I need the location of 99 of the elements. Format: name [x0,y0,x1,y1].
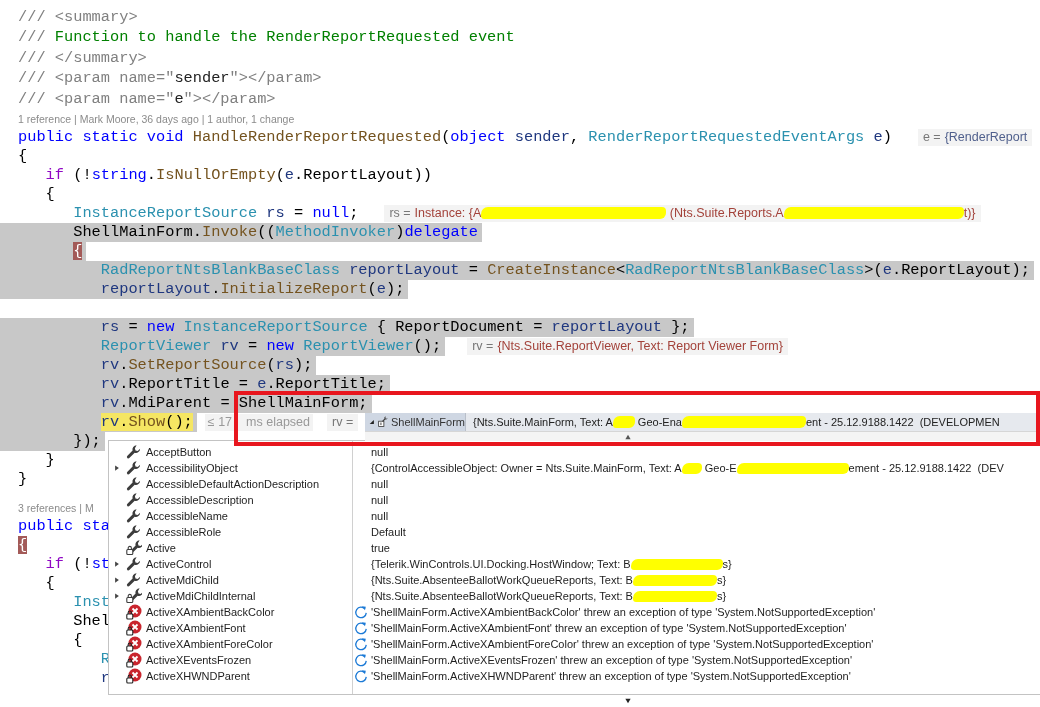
property-value: 'ShellMainForm.ActiveXHWNDParent' threw an exception of type 'System.NotSupportedException' [371,670,851,682]
property-value: 'ShellMainForm.ActiveXAmbientForeColor' threw an exception of type 'System.NotSupportedException' [371,638,874,650]
wrench-icon [126,524,142,540]
property-value: ement - 25.12.9188.1422 (DEV [848,462,1004,474]
refresh-icon[interactable] [354,637,368,651]
property-value: null [371,478,389,490]
elapsed-time-text: ms elapsed [246,415,310,429]
hint-name: rs = [389,206,411,220]
property-value: 'ShellMainForm.ActiveXAmbientFont' threw an exception of type 'System.NotSupportedException' [371,622,847,634]
code-lens-info: 3 references | M [17,501,94,514]
error-lock-icon [126,636,142,652]
property-name[interactable]: ActiveXAmbientBackColor [146,606,275,618]
property-name[interactable]: AccessibilityObject [146,462,238,474]
property-name[interactable]: ActiveMdiChild [146,574,219,586]
property-name[interactable]: ActiveXAmbientForeColor [146,638,273,650]
property-name[interactable]: ActiveXAmbientFont [146,622,246,634]
property-name[interactable]: ActiveMdiChildInternal [146,590,256,602]
code-line: public static void HandleRenderReportRequested(object sender, RenderReportRequestedEventArgs e) [17,127,893,147]
property-value: {ControlAccessibleObject: Owner = Nts.Suite.MainForm, Text: A [371,462,682,474]
code-line: { [44,573,56,593]
code-line: if (!st [44,554,112,574]
wrench-lock-icon [126,588,142,604]
watch-value: ent - 25.12.9188.1422 (DEVELOPMEN [805,416,1000,428]
hint-value: t)} [963,206,976,220]
code-comment: /// </summary> [17,48,148,68]
expander-icon[interactable] [114,464,120,472]
property-name[interactable]: AccessibleDefaultActionDescription [146,478,320,490]
hint-value: (Nts.Suite.Reports.A [668,206,784,220]
property-value: true [371,542,390,554]
property-value: {Nts.Suite.AbsenteeBallotWorkQueueReports, Text: B [371,590,633,602]
redaction-mark [612,416,635,428]
hint-name: e = [922,130,941,144]
hint-name: rv = [332,415,354,429]
error-lock-icon [126,652,142,668]
expander-icon[interactable] [369,418,375,426]
property-value: s} [716,590,727,602]
error-lock-icon [126,668,142,684]
code-line: { [72,630,84,650]
code-comment: /// Function to handle the RenderReportRequested event [17,28,516,48]
code-line: public sta [17,516,111,536]
code-line: if (!string.IsNullOrEmpty(e.ReportLayout)) [44,165,433,185]
code-line: { [17,146,29,166]
property-name[interactable]: AccessibleRole [146,526,222,538]
wrench-icon [126,492,142,508]
property-name[interactable]: ActiveXEventsFrozen [146,654,252,666]
wrench-icon [126,556,142,572]
hint-value: {Nts.Suite.ReportViewer, Text: Report Viewer Form} [497,339,783,353]
scroll-down-icon[interactable] [623,698,633,704]
property-value: null [371,510,389,522]
expander-icon[interactable] [114,576,120,584]
property-value: 'ShellMainForm.ActiveXAmbientBackColor' threw an exception of type 'System.NotSupportedException' [371,606,876,618]
code-line: { [44,184,56,204]
wrench-icon [126,444,142,460]
property-value: {Telerik.WinControls.UI.Docking.HostWindow; Text: B [371,558,631,570]
error-lock-icon [126,604,142,620]
code-comment: /// <param name="sender"></param> [17,69,323,89]
property-value: 'ShellMainForm.ActiveXEventsFrozen' threw an exception of type 'System.NotSupportedException' [371,654,853,666]
watch-name: ShellMainForm [391,416,465,428]
wrench-icon [126,460,142,476]
wrench-icon [126,508,142,524]
error-lock-icon [126,620,142,636]
property-value: Default [371,526,406,538]
refresh-icon[interactable] [354,621,368,635]
property-value: Geo-E [703,462,737,474]
code-line: } [44,450,56,470]
code-lens-info: 1 reference | Mark Moore, 36 days ago | 1 author, 1 change [17,112,295,125]
property-value: {Nts.Suite.AbsenteeBallotWorkQueueReports, Text: B [371,574,633,586]
hint-value: {RenderReport [944,130,1028,144]
property-name[interactable]: AcceptButton [146,446,212,458]
wrench-lock-icon [126,540,142,556]
property-name[interactable]: ActiveXHWNDParent [146,670,250,682]
expander-icon[interactable] [114,560,120,568]
code-line: } [17,469,29,489]
watch-value: {Nts.Suite.MainForm, Text: A [473,416,613,428]
property-name[interactable]: AccessibleDescription [146,494,254,506]
redaction-mark [681,462,702,474]
watch-value: Geo-Ena [636,416,682,428]
code-line: InstanceReportSource rs = null; [72,203,360,223]
wrench-icon [126,476,142,492]
property-name[interactable]: ActiveControl [146,558,212,570]
refresh-icon[interactable] [354,653,368,667]
refresh-icon[interactable] [354,669,368,683]
property-value: s} [716,574,727,586]
code-comment: /// <param name="e"></param> [17,89,277,109]
object-wrench-icon [377,414,389,430]
code-comment: /// <summary> [17,7,139,27]
code-line: Inst [72,592,111,612]
refresh-icon[interactable] [354,605,368,619]
wrench-icon [126,572,142,588]
hint-value: Instance: {A [414,206,482,220]
property-name[interactable]: Active [146,542,176,554]
elapsed-time-text: ≤ 17 [207,415,233,429]
property-value: s} [722,558,732,570]
expander-icon[interactable] [114,592,120,600]
property-value: null [371,446,389,458]
property-name[interactable]: AccessibleName [146,510,228,522]
property-value: null [371,494,389,506]
code-line: Shel [72,611,111,631]
hint-name: rv = [472,339,494,353]
